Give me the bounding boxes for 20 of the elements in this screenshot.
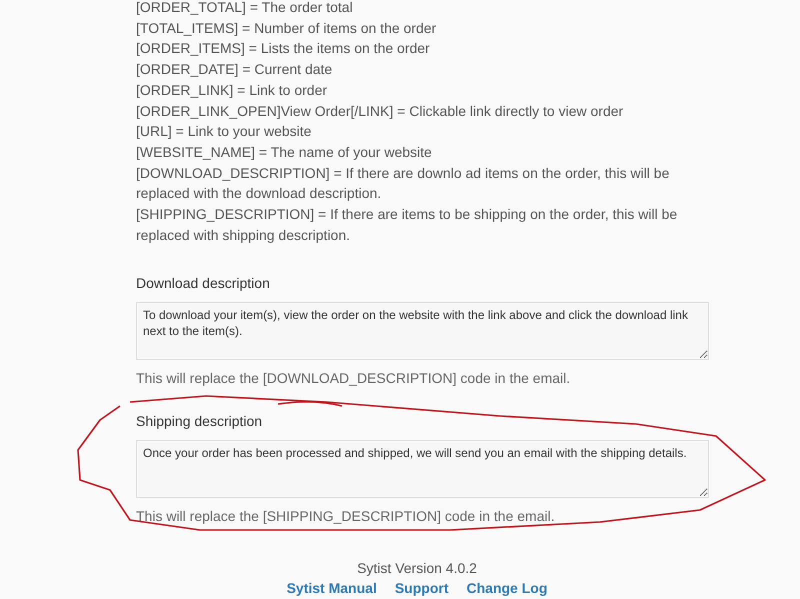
code-description: [ORDER_LINK_OPEN]View Order[/LINK] = Clickable link directly to view order (136, 102, 624, 121)
version-text: Sytist Version 4.0.2 (357, 559, 477, 578)
footer-link[interactable]: Support (394, 579, 448, 598)
text-area[interactable]: To download your item(s), view the order on the website with the link above and click the download link next to the item(s). (136, 302, 709, 360)
code-description: [ORDER_ITEMS] = Lists the items on the order (136, 39, 431, 58)
code-description: [TOTAL_ITEMS] = Number of items on the order (136, 18, 438, 38)
footer-link[interactable]: Sytist Manual (286, 579, 377, 598)
code-description: [URL] = Link to your website (136, 122, 312, 142)
field-label: Shipping description (136, 412, 264, 432)
footer-link[interactable]: Change Log (466, 579, 548, 598)
help-text: This will replace the [DOWNLOAD_DESCRIPTION] code in the email. (136, 369, 572, 388)
code-description: [WEBSITE_NAME] = The name of your website (136, 142, 433, 162)
code-description: [ORDER_TOTAL] = The order total (136, 0, 354, 17)
code-description: [DOWNLOAD_DESCRIPTION] = If there are downlo ad items on the order, this will be replaced with the download description. (136, 164, 670, 204)
code-description: [ORDER_LINK] = Link to order (136, 80, 328, 100)
help-text: This will replace the [SHIPPING_DESCRIPTION] code in the email. (136, 507, 556, 526)
field-label: Download description (136, 274, 271, 294)
code-description: [ORDER_DATE] = Current date (136, 60, 334, 80)
text-area[interactable]: Once your order has been processed and shipped, we will send you an email with the shipping details. (136, 440, 709, 498)
code-description: [SHIPPING_DESCRIPTION] = If there are items to be shipping on the order, this will be replaced with shipping description. (136, 205, 678, 245)
